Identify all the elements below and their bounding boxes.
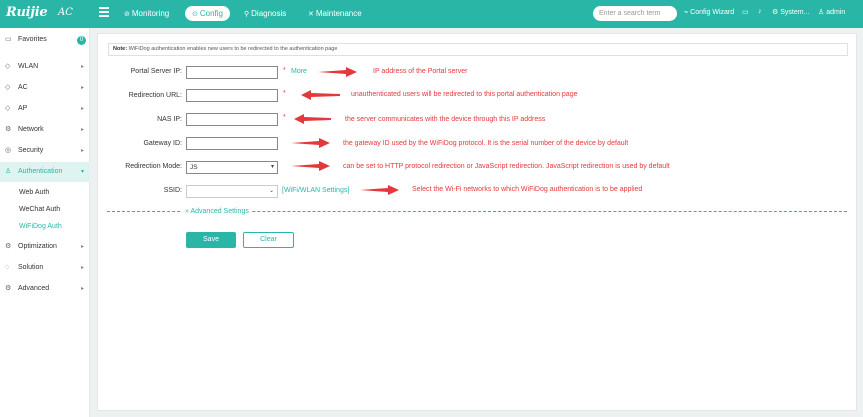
sidebar-item-favorites[interactable]: ▭ Favorites 0 <box>0 30 90 50</box>
user-menu[interactable]: ♙ admin <box>818 8 845 16</box>
ap-icon: ◇ <box>5 105 11 112</box>
user-icon: ♙ <box>818 9 825 16</box>
menu-toggle-icon[interactable] <box>99 7 109 17</box>
sidebar-item-solution[interactable]: ◌ Solution ▸ <box>0 258 90 278</box>
system-menu[interactable]: ⚙ System... <box>772 8 809 16</box>
tab-maintenance[interactable]: ✕ Maintenance <box>308 6 362 21</box>
save-button[interactable]: Save <box>186 232 236 248</box>
gateway-id-label: Gateway ID: <box>143 140 182 147</box>
nas-ip-label: NAS IP: <box>157 116 182 123</box>
sidebar-item-network[interactable]: ⚙ Network ▸ <box>0 120 90 140</box>
gateway-id-input[interactable] <box>186 137 278 150</box>
advanced-icon: ⚙ <box>5 285 12 292</box>
authentication-icon: ♙ <box>5 168 12 175</box>
diagnosis-icon: ⚲ <box>244 11 250 18</box>
logo: Ruijie <box>6 5 48 20</box>
portal-server-ip-label: Portal Server IP: <box>130 68 182 75</box>
redirection-url-label: Redirection URL: <box>128 92 182 99</box>
solution-icon: ◌ <box>5 264 10 271</box>
chevron-right-icon: ▸ <box>80 265 84 271</box>
required-marker: * <box>283 114 286 121</box>
annotation-nas-ip: the server communicates with the device … <box>345 116 546 123</box>
required-marker: * <box>283 67 286 74</box>
annotation-arrow <box>360 185 399 195</box>
annotation-gateway-id: the gateway ID used by the WiFiDog proto… <box>343 140 629 147</box>
annotation-arrow <box>301 90 340 100</box>
chevron-down-icon: ▾ <box>270 164 274 170</box>
portal-server-ip-input[interactable] <box>186 66 278 79</box>
chevron-right-icon: ▸ <box>80 127 84 133</box>
sidebar-item-advanced[interactable]: ⚙ Advanced ▸ <box>0 279 90 299</box>
tab-config[interactable]: ⊙ Config <box>185 6 230 21</box>
chevron-right-icon: ▸ <box>80 286 84 292</box>
clear-button[interactable]: Clear <box>243 232 294 248</box>
tab-monitoring[interactable]: ⊘ Monitoring <box>124 6 169 21</box>
top-bar: Ruijie AC ⊘ Monitoring ⊙ Config ⚲ Diagnosis… <box>0 0 863 28</box>
monitoring-icon: ⊘ <box>124 11 130 18</box>
sidebar-subitem-wechat-auth[interactable]: WeChat Auth <box>19 206 60 213</box>
wlan-icon: ◇ <box>5 63 11 70</box>
redirection-mode-label: Redirection Mode: <box>125 163 182 170</box>
product-name: AC <box>58 7 73 18</box>
sidebar-item-optimization[interactable]: ⚙ Optimization ▸ <box>0 237 90 257</box>
required-marker: * <box>283 90 286 97</box>
tab-diagnosis[interactable]: ⚲ Diagnosis <box>244 6 286 21</box>
favorites-icon: ▭ <box>5 36 12 43</box>
optimization-icon: ⚙ <box>5 243 12 250</box>
redirection-mode-select[interactable]: JS ▾ <box>186 161 278 174</box>
double-chevron-down-icon: » <box>185 208 189 215</box>
annotation-portal-server-ip: IP address of the Portal server <box>373 68 468 75</box>
ac-icon: ◇ <box>5 84 11 91</box>
favorites-count-badge: 0 <box>77 36 86 45</box>
bell-icon[interactable]: ♪ <box>758 8 762 15</box>
note-banner: Note: WiFiDog authentication enables new… <box>108 43 848 56</box>
monitor-icon[interactable]: ▭ <box>742 8 749 16</box>
chevron-right-icon: ▸ <box>80 244 84 250</box>
annotation-redirection-mode: can be set to HTTP protocol redirection … <box>343 163 670 170</box>
advanced-settings-toggle[interactable]: » Advanced Settings <box>182 208 252 215</box>
maintenance-icon: ✕ <box>308 11 314 18</box>
annotation-arrow <box>294 114 331 124</box>
sidebar: ▭ Favorites 0 ◇ WLAN ▸ ◇ AC ▸ ◇ AP ▸ ⚙ N… <box>0 28 90 417</box>
annotation-arrow <box>291 161 330 171</box>
sidebar-subitem-wifidog-auth[interactable]: WiFiDog Auth <box>19 223 62 230</box>
annotation-redirection-url: unauthenticated users will be redirected… <box>351 91 578 98</box>
redirection-url-input[interactable] <box>186 89 278 102</box>
annotation-arrow <box>291 138 330 148</box>
nas-ip-input[interactable] <box>186 113 278 126</box>
annotation-ssid: Select the Wi-Fi networks to which WiFiD… <box>412 186 643 193</box>
system-icon: ⚙ <box>772 9 779 16</box>
ssid-select[interactable]: ⌄ <box>186 185 278 198</box>
network-icon: ⚙ <box>5 126 12 133</box>
chevron-down-icon: ⌄ <box>268 188 274 194</box>
config-wizard-link[interactable]: ⌁ Config Wizard <box>684 8 734 16</box>
more-link[interactable]: More <box>291 68 307 75</box>
wand-icon: ⌁ <box>684 9 689 16</box>
ssid-label: SSID: <box>163 187 182 194</box>
shield-icon: ◎ <box>5 147 12 154</box>
config-icon: ⊙ <box>192 11 198 18</box>
wifi-wlan-settings-link[interactable]: [WiFi/WLAN Settings] <box>282 187 349 194</box>
search-input[interactable]: Enter a search term <box>593 6 677 21</box>
annotation-arrow <box>318 67 357 77</box>
